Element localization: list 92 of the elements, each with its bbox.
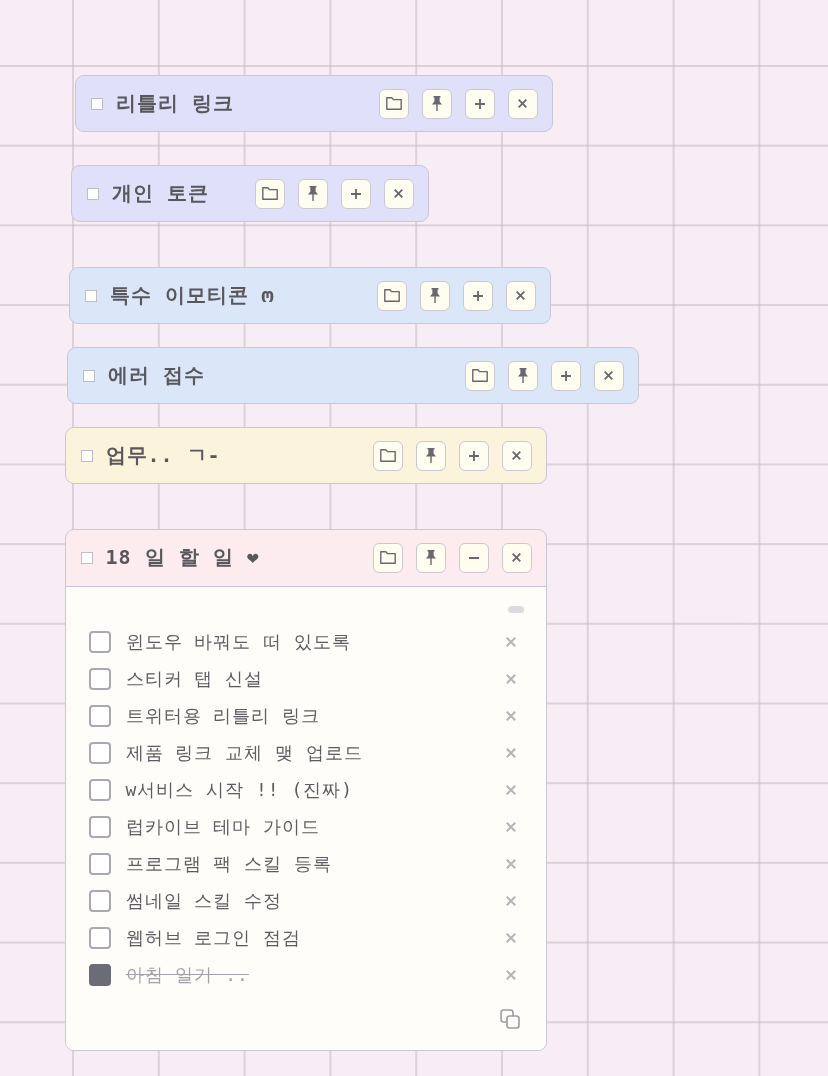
pin-button[interactable]: [419, 280, 450, 311]
folder-button[interactable]: [254, 178, 285, 209]
close-icon: [518, 99, 527, 108]
close-icon[interactable]: [506, 785, 516, 795]
expand-button[interactable]: [340, 178, 371, 209]
pin-icon: [431, 96, 442, 111]
pin-button[interactable]: [297, 178, 328, 209]
todo-text: 아침 일기 ..: [125, 963, 249, 987]
note-title: 개인 토큰: [111, 180, 209, 207]
pin-icon: [425, 550, 436, 566]
todo-text: 프로그램 팩 스킬 등록: [125, 852, 332, 876]
checkbox[interactable]: [88, 668, 111, 690]
close-icon[interactable]: [506, 970, 516, 980]
checkbox[interactable]: [88, 631, 111, 653]
pin-button[interactable]: [421, 88, 452, 119]
checkbox[interactable]: [88, 927, 111, 949]
folder-icon: [379, 551, 396, 565]
expand-button[interactable]: [464, 88, 495, 119]
close-icon[interactable]: [506, 748, 516, 758]
todo-text: 럽카이브 테마 가이드: [125, 815, 321, 839]
folder-button[interactable]: [376, 280, 407, 311]
expand-button[interactable]: [462, 280, 493, 311]
todo-text: 윈도우 바꿔도 떠 있도록: [125, 630, 351, 654]
checkbox[interactable]: [90, 97, 103, 110]
close-button[interactable]: [593, 360, 624, 391]
pin-button[interactable]: [415, 542, 446, 573]
checkbox[interactable]: [82, 369, 95, 382]
expand-button[interactable]: [458, 440, 489, 471]
checkbox[interactable]: [84, 289, 97, 302]
todo-text: 스티커 탭 신설: [125, 667, 264, 691]
close-icon[interactable]: [506, 933, 516, 943]
todo-text: 제품 링크 교체 맺 업로드: [125, 741, 363, 765]
checkbox[interactable]: [88, 705, 111, 727]
close-icon[interactable]: [506, 822, 516, 832]
close-icon: [512, 553, 521, 563]
close-button[interactable]: [507, 88, 538, 119]
plus-icon: [468, 450, 479, 461]
todo-text: w서비스 시작 !! (진짜): [125, 778, 354, 802]
collapse-button[interactable]: [458, 542, 489, 573]
plus-icon: [474, 98, 485, 109]
checkbox[interactable]: [88, 816, 111, 838]
checkbox[interactable]: [86, 187, 99, 200]
todo-text: 썸네일 스킬 수정: [125, 889, 283, 913]
close-button[interactable]: [501, 440, 532, 471]
checkbox[interactable]: [88, 742, 111, 764]
close-icon: [512, 451, 521, 460]
folder-icon: [379, 449, 396, 462]
folder-icon: [385, 97, 402, 110]
close-icon: [516, 291, 525, 300]
expand-button[interactable]: [550, 360, 581, 391]
close-icon[interactable]: [506, 896, 516, 906]
note-title: 특수 이모티콘 ო: [109, 282, 275, 309]
close-button[interactable]: [501, 542, 532, 573]
pin-button[interactable]: [415, 440, 446, 471]
plus-icon: [350, 188, 361, 199]
close-icon[interactable]: [506, 859, 516, 869]
checkbox[interactable]: [80, 551, 93, 564]
note-title: 업무.. ㄱ-: [105, 442, 221, 469]
plus-icon: [560, 370, 571, 381]
handle-icon[interactable]: [508, 605, 524, 613]
folder-button[interactable]: [372, 440, 403, 471]
copy-icon[interactable]: [500, 1008, 520, 1029]
folder-button[interactable]: [464, 360, 495, 391]
close-button[interactable]: [505, 280, 536, 311]
checkbox[interactable]: [88, 779, 111, 801]
close-button[interactable]: [383, 178, 414, 209]
todo-text: 웹허브 로그인 점검: [125, 926, 302, 950]
folder-icon: [471, 369, 488, 382]
pin-icon: [307, 186, 318, 201]
folder-icon: [383, 289, 400, 302]
folder-button[interactable]: [378, 88, 409, 119]
pin-button[interactable]: [507, 360, 538, 391]
pin-icon: [425, 448, 436, 463]
note-title: 에러 접수: [107, 362, 205, 389]
close-icon: [394, 189, 403, 198]
checkbox[interactable]: [80, 449, 93, 462]
pin-icon: [517, 368, 528, 383]
close-icon[interactable]: [506, 637, 516, 647]
folder-icon: [261, 187, 278, 200]
folder-button[interactable]: [372, 542, 403, 573]
close-icon[interactable]: [506, 674, 516, 684]
note-title: 리틀리 링크: [115, 90, 234, 117]
minus-icon: [468, 556, 479, 559]
plus-icon: [472, 290, 483, 301]
note-title: 18 일 할 일 ❤: [105, 544, 260, 572]
checkbox[interactable]: [88, 890, 111, 912]
close-icon: [604, 371, 613, 380]
checkbox[interactable]: [88, 964, 111, 986]
checkbox[interactable]: [88, 853, 111, 875]
todo-text: 트위터용 리틀리 링크: [125, 704, 321, 728]
close-icon[interactable]: [506, 711, 516, 721]
pin-icon: [429, 288, 440, 303]
